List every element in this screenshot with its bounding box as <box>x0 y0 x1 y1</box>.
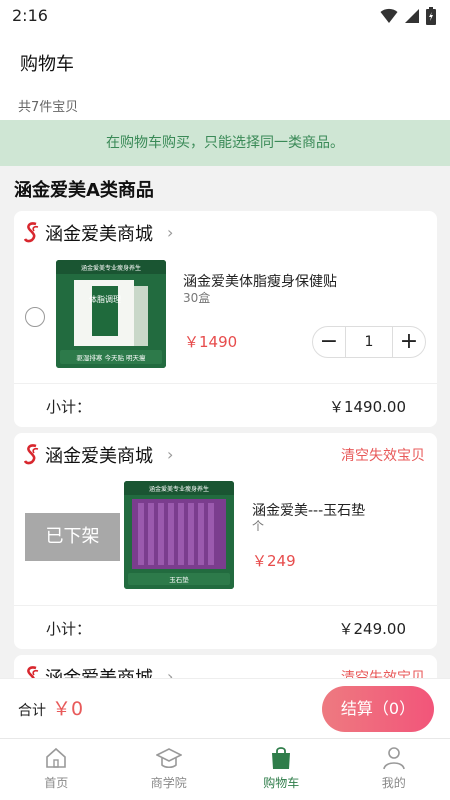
product-price: ￥249 <box>252 552 296 570</box>
user-icon <box>382 747 405 770</box>
tab-home[interactable]: 首页 <box>0 739 113 800</box>
shop-name: 涵金爱美商城 <box>45 224 153 245</box>
notice-banner: 在购物车购买，只能选择同一类商品。 <box>0 120 450 166</box>
off-shelf-badge: 已下架 <box>25 513 120 561</box>
total-value: ￥0 <box>52 698 84 720</box>
checkout-bar: 合计 ￥0 结算（0） <box>0 678 450 738</box>
product-spec: 30盒 <box>183 291 211 305</box>
cart-count: 共7件宝贝 <box>18 100 79 115</box>
tab-label: 购物车 <box>263 776 300 790</box>
subtotal-label: 小计： <box>46 398 92 416</box>
thumb-bottom-text: 驱湿排寒 今天贴 明天瘦 <box>76 353 146 362</box>
tab-label: 首页 <box>44 776 69 790</box>
home-icon <box>46 747 67 768</box>
shop-name: 涵金爱美商城 <box>45 446 153 467</box>
checkout-button[interactable]: 结算（0） <box>322 686 434 732</box>
shop-card: 涵金爱美商城 › 涵金爱美专业瘦身养生 体脂调理 驱湿排寒 今天贴 明天瘦 涵金… <box>14 211 437 427</box>
shop-header[interactable]: 涵金爱美商城 › <box>14 211 437 253</box>
product-spec: 个 <box>252 519 265 533</box>
shop-logo-icon <box>24 222 39 243</box>
select-radio[interactable] <box>25 307 45 327</box>
title-bar: 购物车 <box>0 32 450 88</box>
subtotal-label: 小计： <box>46 620 92 638</box>
tab-profile[interactable]: 我的 <box>338 739 450 800</box>
tab-academy[interactable]: 商学院 <box>113 739 226 800</box>
product-name[interactable]: 涵金爱美体脂瘦身保健贴 <box>183 271 337 291</box>
product-price: ￥1490 <box>184 333 238 351</box>
shop-logo-icon <box>24 444 39 465</box>
clear-invalid-button[interactable]: 清空失效宝贝 <box>341 445 425 465</box>
subtotal-row: 小计： ￥1490.00 <box>14 383 437 427</box>
thumb-box-text: 体脂调理 <box>89 294 121 304</box>
status-time: 2:16 <box>12 6 48 25</box>
signal-icon <box>405 9 419 23</box>
increase-button[interactable]: + <box>393 327 425 357</box>
tab-label: 我的 <box>381 776 406 790</box>
decrease-button[interactable]: − <box>313 327 345 357</box>
chevron-right-icon: › <box>167 445 174 464</box>
shop-card: 涵金爱美商城 › 清空失效宝贝 已下架 涵金爱美专业瘦身养生 玉石垫 涵金爱美-… <box>14 433 437 649</box>
quantity-stepper: − 1 + <box>312 326 426 358</box>
subtotal-row: 小计： ￥249.00 <box>14 605 437 649</box>
status-icons <box>380 7 436 25</box>
graduation-cap-icon <box>155 748 182 769</box>
thumb-bottom-text: 玉石垫 <box>169 575 189 584</box>
quantity-value[interactable]: 1 <box>345 327 393 357</box>
page-title: 购物车 <box>20 54 74 75</box>
tab-bar: 首页 商学院 购物车 我的 <box>0 738 450 800</box>
total-label: 合计 <box>18 703 46 719</box>
shopping-bag-icon <box>272 747 291 769</box>
subtotal-value: ￥249.00 <box>338 620 407 638</box>
battery-icon <box>426 7 436 25</box>
section-title: 涵金爱美A类商品 <box>14 180 154 201</box>
tab-label: 商学院 <box>150 776 187 790</box>
product-thumbnail[interactable]: 涵金爱美专业瘦身养生 体脂调理 驱湿排寒 今天贴 明天瘦 <box>56 260 166 368</box>
thumb-top-text: 涵金爱美专业瘦身养生 <box>81 264 141 272</box>
chevron-right-icon: › <box>167 223 174 242</box>
subtotal-value: ￥1490.00 <box>328 398 406 416</box>
thumb-top-text: 涵金爱美专业瘦身养生 <box>149 485 209 493</box>
tab-cart[interactable]: 购物车 <box>225 739 338 800</box>
product-thumbnail[interactable]: 涵金爱美专业瘦身养生 玉石垫 <box>124 481 234 589</box>
status-bar: 2:16 <box>0 0 450 32</box>
cart-count-row: 共7件宝贝 <box>0 88 450 120</box>
product-name[interactable]: 涵金爱美---玉石垫 <box>252 500 365 520</box>
wifi-icon <box>380 8 398 23</box>
